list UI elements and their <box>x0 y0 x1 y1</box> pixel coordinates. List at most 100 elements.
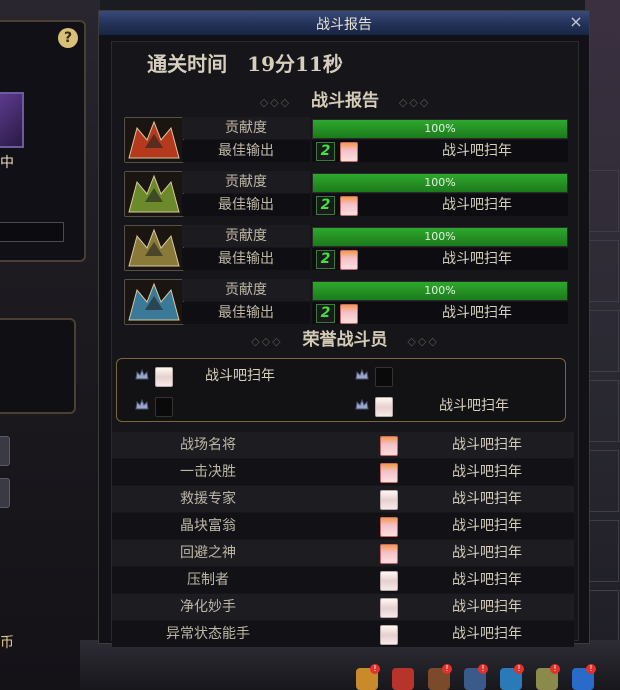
character-icon <box>340 250 358 270</box>
award-player: 战斗吧扫年 <box>452 437 522 453</box>
character-icon <box>380 544 398 564</box>
best-output-player: 战斗吧扫年 <box>442 251 512 267</box>
award-player: 战斗吧扫年 <box>452 599 522 615</box>
best-output-label: 最佳输出 <box>182 248 310 270</box>
boss-portrait <box>124 225 184 271</box>
gift-icon[interactable] <box>392 668 414 690</box>
award-player: 战斗吧扫年 <box>452 572 522 588</box>
crown-icon <box>355 369 369 380</box>
contribution-bar: 100% <box>312 119 568 139</box>
award-row: 救援专家 战斗吧扫年 <box>112 486 574 512</box>
best-output-label: 最佳输出 <box>182 140 310 162</box>
contribution-percent: 100% <box>424 230 456 243</box>
character-icon <box>380 463 398 483</box>
window-title: 战斗报告 <box>316 17 372 33</box>
event-icon[interactable]: ! <box>500 664 524 690</box>
rank-badge: 2 <box>316 304 335 323</box>
close-button[interactable]: × <box>567 13 585 31</box>
award-title: 异常状态能手 <box>166 626 250 642</box>
floor-tile <box>589 380 619 442</box>
award-player: 战斗吧扫年 <box>452 545 522 561</box>
floor-tile <box>589 520 619 582</box>
character-icon <box>155 367 173 387</box>
boss-portrait <box>124 279 184 325</box>
award-row: 一击决胜 战斗吧扫年 <box>112 459 574 485</box>
side-button[interactable] <box>0 478 10 508</box>
crown-icon <box>355 399 369 410</box>
award-row: 压制者 战斗吧扫年 <box>112 567 574 593</box>
award-title: 压制者 <box>187 572 229 588</box>
character-icon <box>340 142 358 162</box>
side-input[interactable] <box>0 222 64 242</box>
potion-icon[interactable]: ! <box>572 664 596 690</box>
contribution-percent: 100% <box>424 122 456 135</box>
best-output-cell: 2 战斗吧扫年 <box>312 302 568 324</box>
character-icon <box>380 490 398 510</box>
best-output-cell: 2 战斗吧扫年 <box>312 248 568 270</box>
award-row: 晶块富翁 战斗吧扫年 <box>112 513 574 539</box>
honor-panel: 战斗吧扫年 战斗吧扫年 <box>116 358 566 422</box>
character-icon <box>380 625 398 645</box>
award-title: 战场名将 <box>180 437 236 453</box>
rank-badge: 2 <box>316 196 335 215</box>
honor-slot[interactable] <box>135 395 335 417</box>
boss-portrait <box>124 117 184 163</box>
award-title: 一击决胜 <box>180 464 236 480</box>
contribution-label: 贡献度 <box>182 171 310 193</box>
best-output-player: 战斗吧扫年 <box>442 197 512 213</box>
character-icon <box>380 571 398 591</box>
award-row: 回避之神 战斗吧扫年 <box>112 540 574 566</box>
title-bar[interactable]: 战斗报告 × <box>99 11 589 36</box>
award-player: 战斗吧扫年 <box>452 464 522 480</box>
mail-icon[interactable]: ! <box>536 664 560 690</box>
award-title: 净化妙手 <box>180 599 236 615</box>
guild-icon[interactable]: ! <box>464 664 488 690</box>
side-button[interactable] <box>0 436 10 466</box>
contribution-label: 贡献度 <box>182 279 310 301</box>
contribution-percent: 100% <box>424 176 456 189</box>
side-status-text: 中 <box>0 155 14 171</box>
contribution-label: 贡献度 <box>182 117 310 139</box>
award-player: 战斗吧扫年 <box>452 626 522 642</box>
best-output-label: 最佳输出 <box>182 302 310 324</box>
award-row: 战场名将 战斗吧扫年 <box>112 432 574 458</box>
background-right <box>585 0 620 690</box>
contribution-label: 贡献度 <box>182 225 310 247</box>
crown-icon <box>135 399 149 410</box>
character-icon <box>380 517 398 537</box>
contribution-bar: 100% <box>312 281 568 301</box>
contribution-bar: 100% <box>312 173 568 193</box>
character-icon <box>380 598 398 618</box>
award-player: 战斗吧扫年 <box>452 518 522 534</box>
clear-time: 通关时间 19分11秒 <box>147 52 343 76</box>
calendar-icon[interactable]: ! <box>428 664 452 690</box>
award-player: 战斗吧扫年 <box>452 491 522 507</box>
award-row: 异常状态能手 战斗吧扫年 <box>112 621 574 647</box>
honor-player-name: 战斗吧扫年 <box>205 368 275 384</box>
floor-tile <box>589 310 619 372</box>
best-output-player: 战斗吧扫年 <box>442 305 512 321</box>
coin-icon[interactable]: ! <box>356 664 380 690</box>
character-icon <box>375 397 393 417</box>
character-icon <box>340 304 358 324</box>
character-icon <box>340 196 358 216</box>
honor-player-name: 战斗吧扫年 <box>439 398 509 414</box>
award-row: 净化妙手 战斗吧扫年 <box>112 594 574 620</box>
honor-slot[interactable]: 战斗吧扫年 <box>135 365 335 387</box>
floor-tile <box>589 450 619 512</box>
award-title: 回避之神 <box>180 545 236 561</box>
honor-slot[interactable]: 战斗吧扫年 <box>355 395 560 417</box>
boss-row: 贡献度 最佳输出 100% 2 战斗吧扫年 <box>124 279 568 325</box>
character-icon <box>380 436 398 456</box>
skill-portrait[interactable] <box>0 92 24 148</box>
floor-tile <box>589 170 619 232</box>
honor-section-header: ◇◇◇ 荣誉战斗员 ◇◇◇ <box>251 330 439 350</box>
honor-slot[interactable] <box>355 365 555 387</box>
boss-row: 贡献度 最佳输出 100% 2 战斗吧扫年 <box>124 225 568 271</box>
contribution-percent: 100% <box>424 284 456 297</box>
best-output-label: 最佳输出 <box>182 194 310 216</box>
bottom-toolbar: ! ! ! ! ! ! <box>352 664 620 690</box>
boss-portrait <box>124 171 184 217</box>
best-output-cell: 2 战斗吧扫年 <box>312 194 568 216</box>
report-section-title: 战斗报告 <box>311 91 379 111</box>
